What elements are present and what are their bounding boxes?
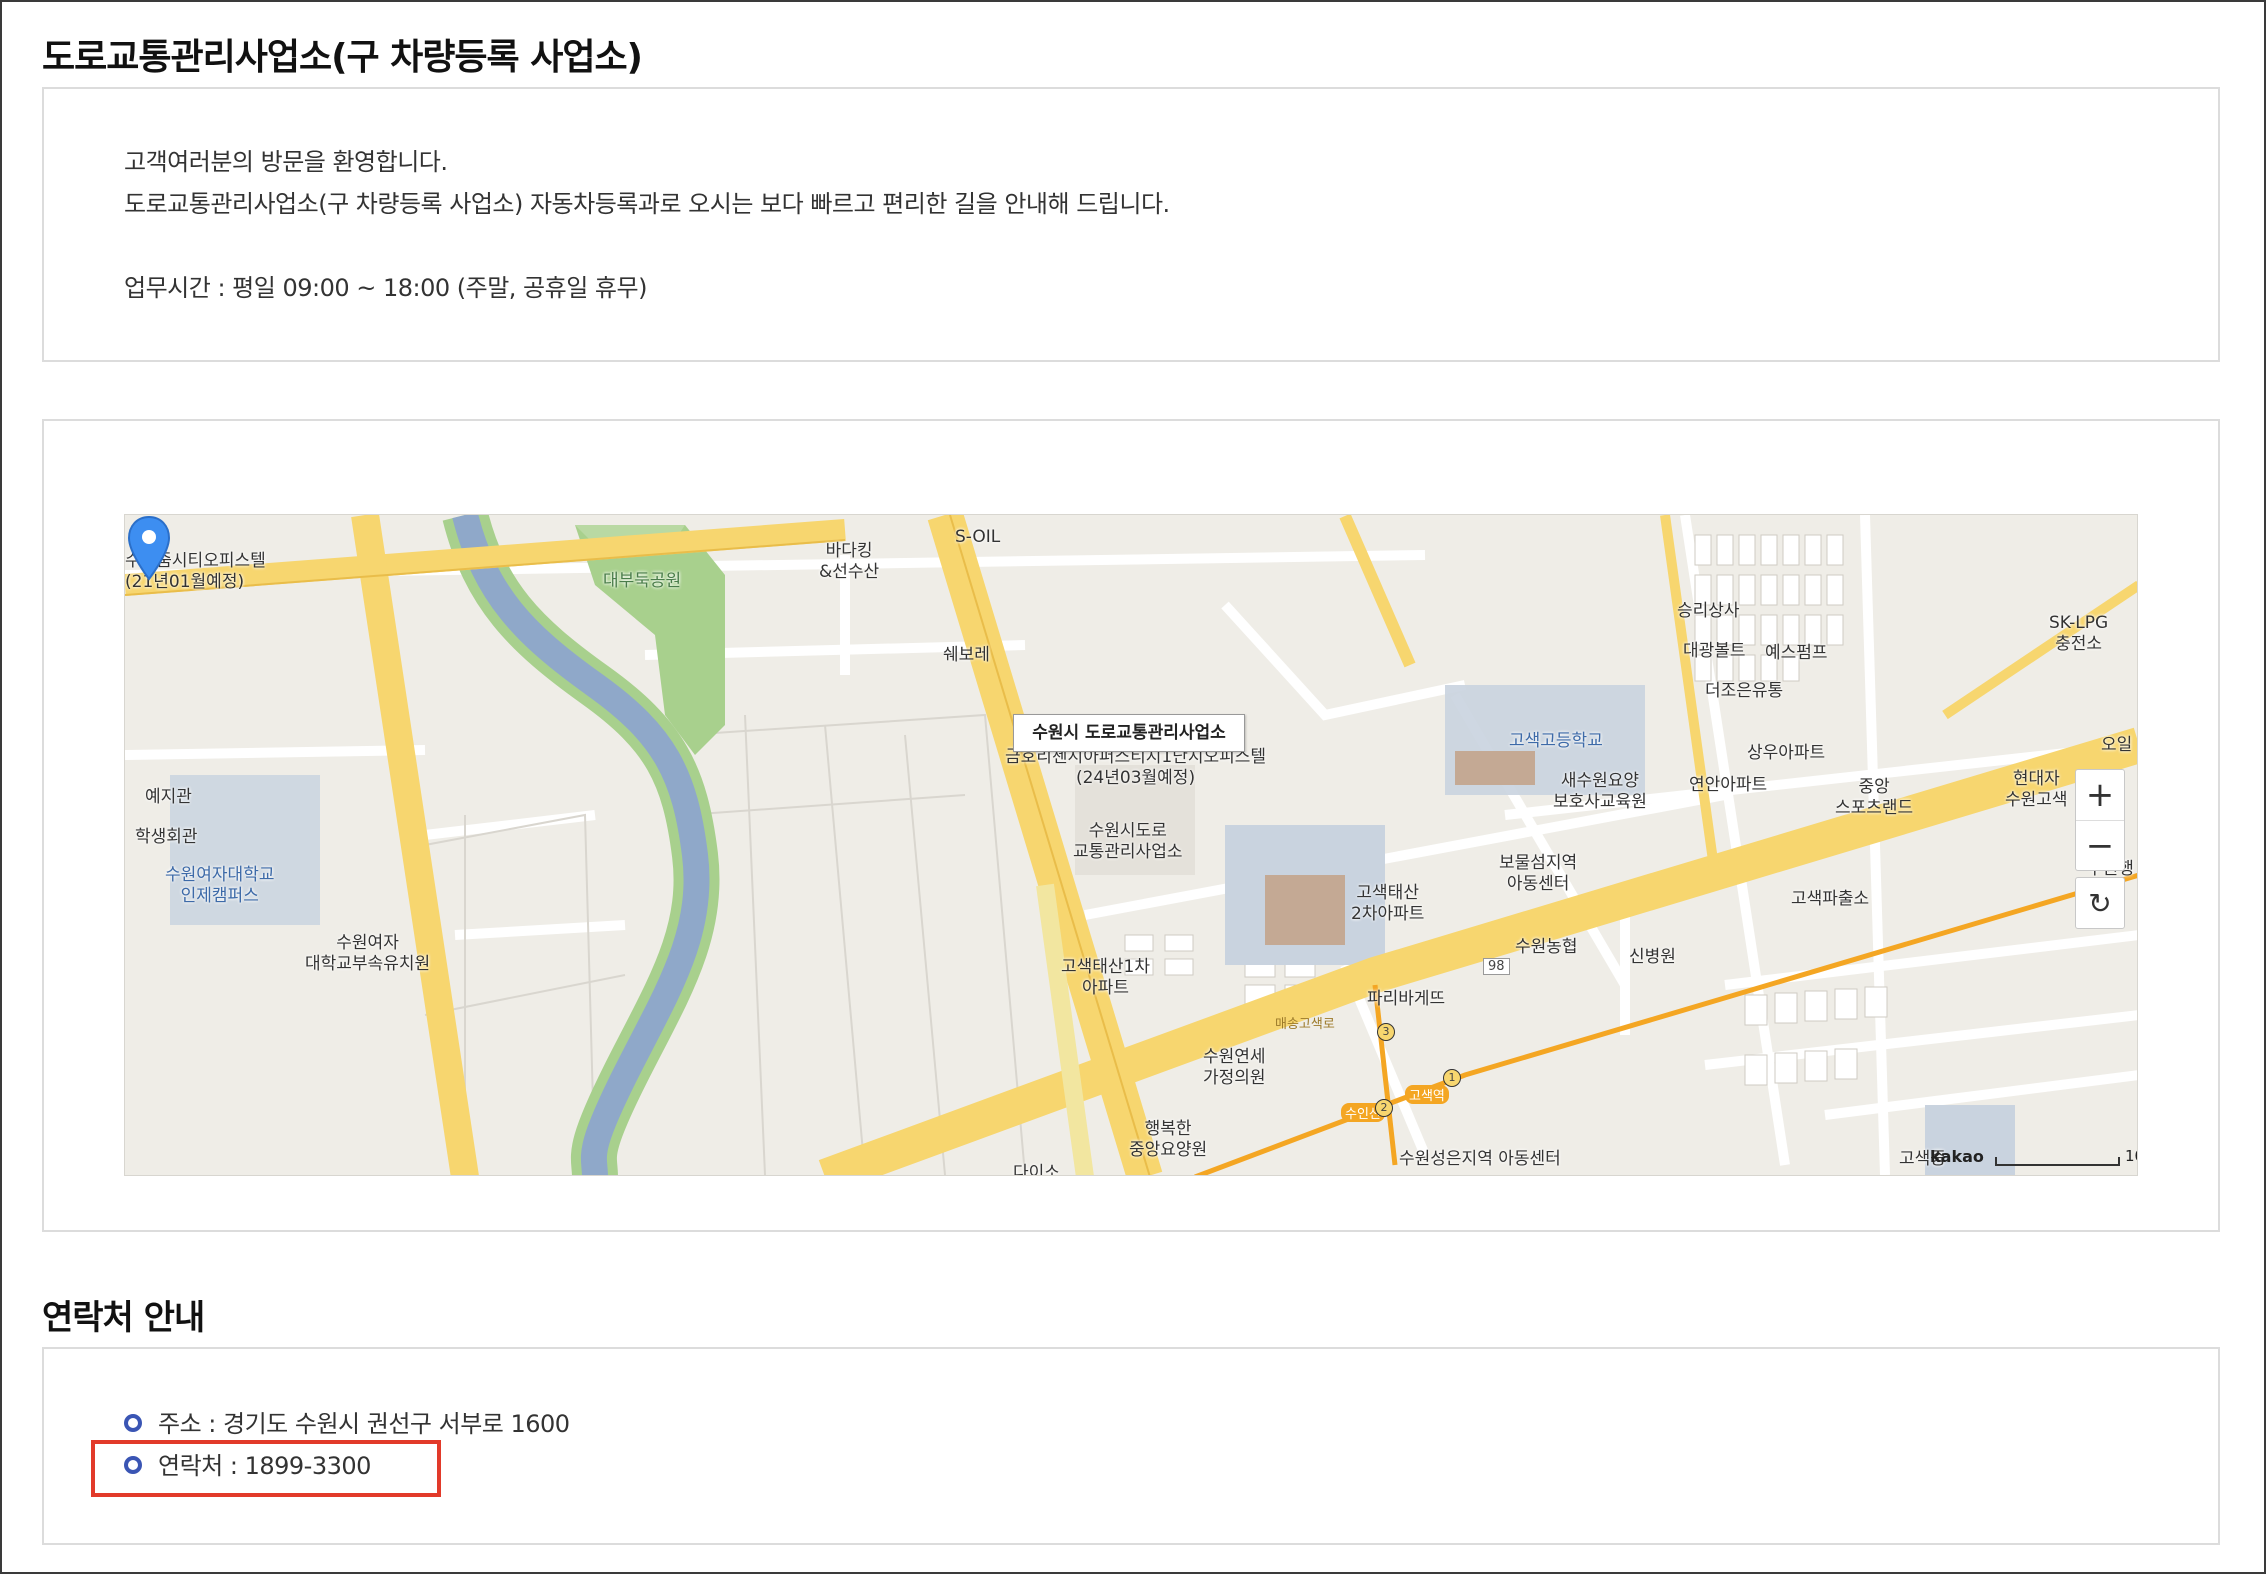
map-label-paris-baguette: 파리바게뜨 — [1367, 989, 1446, 1009]
map-label-student-hall: 학생회관 — [135, 827, 198, 847]
contact-address: 주소 : 경기도 수원시 권선구 서부로 1600 — [124, 1404, 570, 1439]
zoom-control: + − — [2075, 769, 2125, 871]
map-label-sports: 중앙 스포츠랜드 — [1835, 777, 1914, 818]
map-label-deojoeun: 더조은유통 — [1705, 681, 1784, 701]
welcome-text: 고객여러분의 방문을 환영합니다. — [124, 148, 448, 176]
map-label-badaking: 바다킹 &선수산 — [819, 541, 880, 582]
map-label-yejigwan: 예지관 — [145, 787, 192, 807]
map-label-police: 고색파출소 — [1791, 889, 1870, 909]
map-label-yeonan: 연안아파트 — [1689, 775, 1768, 795]
station-3-icon: 3 — [1377, 1023, 1395, 1041]
map-label-sangwoo: 상우아파트 — [1747, 743, 1826, 763]
map-label-high-school: 고색고등학교 — [1509, 731, 1603, 751]
map-label-seongeun: 수원성은지역 아동센터 — [1399, 1149, 1561, 1169]
map-label-nonghyup: 수원농협 — [1515, 937, 1578, 957]
map-label-soil: S-OIL — [955, 527, 1001, 547]
map-label-taesan1: 고색태산1차 아파트 — [1061, 957, 1151, 998]
map-label-kindergarten: 수원여자 대학교부속유치원 — [305, 933, 431, 974]
station-1-icon: 1 — [1443, 1069, 1461, 1087]
scale-label: 100m — [2125, 1147, 2137, 1165]
map-label-campus: 수원여자대학교 인제캠퍼스 — [165, 865, 275, 906]
address-text: 주소 : 경기도 수원시 권선구 서부로 1600 — [158, 1410, 570, 1438]
location-pin-icon[interactable] — [125, 515, 173, 581]
map-label-hospital: 신병원 — [1629, 947, 1676, 967]
map-label-seungri: 승리상사 — [1677, 601, 1740, 621]
bullet-icon — [124, 1414, 142, 1432]
reset-control: ↻ — [2075, 877, 2125, 929]
map-label-bomul: 보물섬지역 아동센터 — [1499, 853, 1578, 894]
map-label-sk-lpg: SK-LPG 충전소 — [2049, 613, 2109, 654]
map-label-care-edu: 새수원요양 보호사교육원 — [1553, 771, 1647, 812]
route-98-shield: 98 — [1483, 958, 1510, 975]
map-label-hyundai: 현대자 수원고색 — [2005, 769, 2068, 810]
business-hours: 업무시간 : 평일 09:00 ~ 18:00 (주말, 공휴일 휴무) — [124, 274, 647, 302]
zoom-out-button[interactable]: − — [2076, 820, 2124, 870]
guide-text: 도로교통관리사업소(구 차량등록 사업소) 자동차등록과로 오시는 보다 빠르고… — [124, 190, 1170, 218]
map-label-oil: 오일 — [2101, 735, 2133, 755]
kakao-logo[interactable]: kakao — [1930, 1147, 1984, 1166]
kakao-map[interactable]: S-OIL 바다킹 &선수산 쉐보레 대부둑공원 수원줌시티오피스텔 (21년0… — [124, 514, 2138, 1176]
reset-map-button[interactable]: ↻ — [2076, 878, 2124, 928]
map-info-window[interactable]: 수원시 도로교통관리사업소 — [1013, 714, 1245, 752]
intro-box — [42, 87, 2220, 362]
map-label-yes-pump: 예스펌프 — [1765, 643, 1828, 663]
map-label-geumho: 금호리첸시아퍼스티지1단지오피스텔 (24년03월예정) — [1005, 747, 1267, 788]
map-label-haengbok: 행복한 중앙요양원 — [1129, 1119, 1208, 1160]
map-label-taesan2: 고색태산 2차아파트 — [1351, 883, 1425, 924]
page-title: 도로교통관리사업소(구 차량등록 사업소) — [42, 37, 643, 78]
map-label-daiso: 다이소 — [1013, 1163, 1060, 1176]
map-label-park: 대부둑공원 — [603, 571, 682, 591]
map-label-chevrolet: 쉐보레 — [943, 645, 990, 665]
road-label-maesong: 매송고색로 — [1275, 1017, 1335, 1032]
road-label-gosaek-station: 고색역 — [1405, 1085, 1449, 1104]
scale-bar — [1995, 1157, 2120, 1166]
map-label-daegwang: 대광볼트 — [1683, 641, 1746, 661]
station-2-icon: 2 — [1375, 1099, 1393, 1117]
marker-label: 수원시도로 교통관리사업소 — [1073, 821, 1183, 862]
zoom-in-button[interactable]: + — [2076, 770, 2124, 820]
map-label-yeonse: 수원연세 가정의원 — [1203, 1047, 1266, 1088]
highlight-box — [91, 1440, 441, 1497]
contact-title: 연락처 안내 — [42, 1298, 205, 1338]
